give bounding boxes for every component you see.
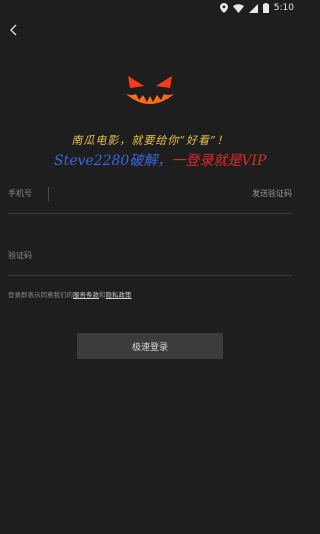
pumpkin-face-logo (126, 76, 174, 104)
phone-input[interactable] (49, 189, 252, 198)
slogan: 南瓜电影，就要给你“好看”！ (71, 134, 229, 147)
status-time: 5:10 (273, 3, 294, 13)
terms-link[interactable]: 服务条款 (73, 291, 99, 299)
back-arrow-icon (10, 24, 17, 36)
quick-login-button[interactable]: 极速登录 (77, 333, 223, 359)
promo-text: Steve2280破解，一登录就是VIP (54, 150, 300, 170)
location-icon (219, 3, 228, 13)
wifi-icon (232, 3, 244, 13)
agreement-text: 登录即表示同意我们的服务条款和隐私政策 (8, 289, 132, 299)
code-field (8, 236, 292, 276)
status-bar: 5:10 (0, 0, 300, 16)
right-eye (156, 76, 172, 88)
grin (126, 94, 174, 104)
code-input[interactable] (8, 251, 292, 260)
agreement-prefix: 登录即表示同意我们的 (8, 291, 73, 299)
left-eye (128, 76, 144, 88)
signal-icon (248, 3, 258, 13)
battery-icon (262, 3, 269, 13)
back-button[interactable] (6, 22, 22, 38)
privacy-link[interactable]: 隐私政策 (106, 291, 132, 299)
phone-label: 手机号 (8, 189, 32, 198)
promo-text-red: 一登录就是VIP (171, 153, 267, 169)
send-code-button[interactable]: 发送验证码 (252, 188, 292, 199)
phone-field: 手机号 发送验证码 (8, 174, 292, 214)
promo-text-blue: Steve2280破解， (54, 153, 172, 169)
